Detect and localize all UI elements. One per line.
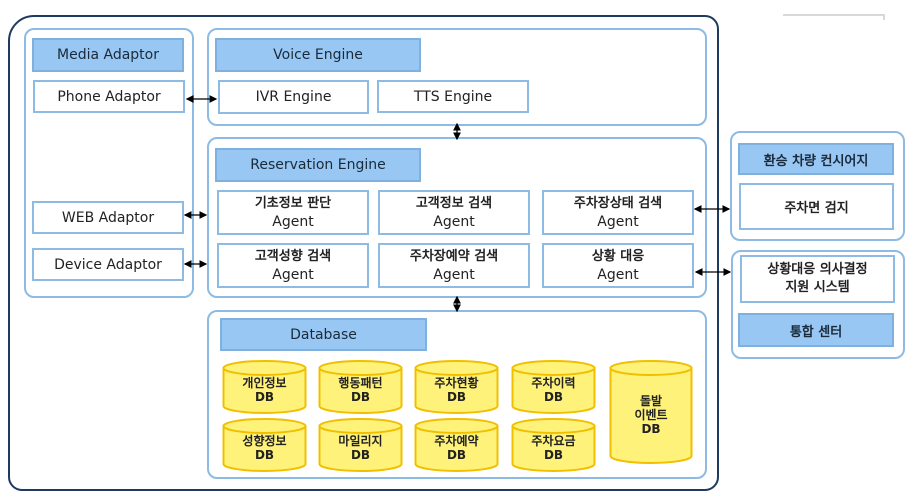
- architecture-diagram: Media Adaptor Phone Adaptor WEB Adaptor …: [0, 0, 907, 503]
- connector-layer: [183, 95, 732, 313]
